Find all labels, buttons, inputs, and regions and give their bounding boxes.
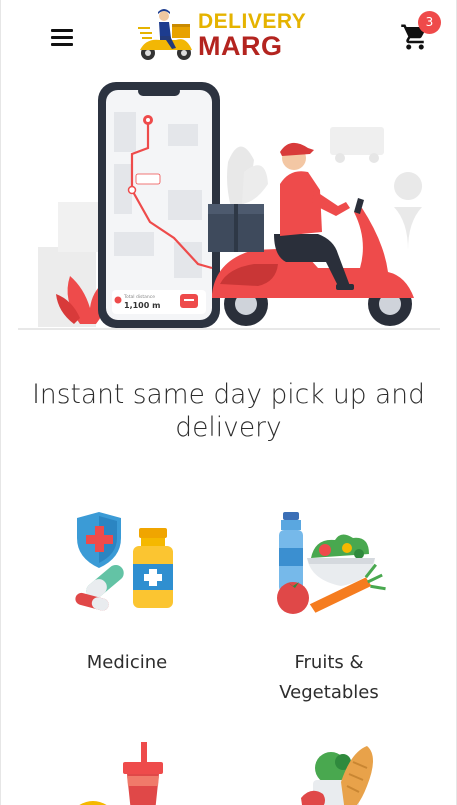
hero-illustration: Total distance 1,100 m <box>18 72 440 334</box>
food-drink-icon <box>79 742 163 805</box>
delivery-scooter-illustration: Total distance 1,100 m <box>18 82 440 330</box>
category-fruits-label-line1: Fruits & <box>294 652 364 673</box>
fruits-vegetables-icon <box>277 512 386 614</box>
headline-line2: delivery <box>175 412 282 443</box>
map-distance: 1,100 m <box>124 301 160 310</box>
menu-icon <box>51 29 73 32</box>
page-headline: Instant same day pick up and delivery <box>0 378 457 444</box>
top-header: DELIVERY MARG 3 <box>0 0 457 72</box>
scooter-rider-logo-icon <box>138 9 192 60</box>
grocery-icon <box>301 746 373 805</box>
brand-line2: MARG <box>198 31 283 61</box>
brand-logo[interactable]: DELIVERY MARG <box>136 6 326 62</box>
category-fruits-vegetables[interactable]: Fruits & Vegetables <box>229 510 429 708</box>
category-food-partial[interactable] <box>27 742 227 805</box>
hamburger-menu-button[interactable] <box>48 24 78 50</box>
headline-line1: Instant same day pick up and <box>32 379 425 410</box>
medicine-icon <box>75 512 173 611</box>
brand-wordmark: DELIVERY MARG <box>198 11 306 60</box>
category-medicine[interactable]: Medicine <box>27 508 227 678</box>
category-grocery-partial[interactable] <box>229 742 429 805</box>
category-fruits-label-line2: Vegetables <box>279 682 379 703</box>
menu-icon-bar <box>51 43 73 46</box>
menu-icon-bar <box>51 36 73 39</box>
map-label-small: Total distance <box>123 294 155 300</box>
category-medicine-label: Medicine <box>86 652 168 673</box>
brand-line1: DELIVERY <box>198 10 307 33</box>
cart-count-badge: 3 <box>418 11 441 34</box>
category-fruits-label: Fruits & Vegetables <box>229 648 429 708</box>
